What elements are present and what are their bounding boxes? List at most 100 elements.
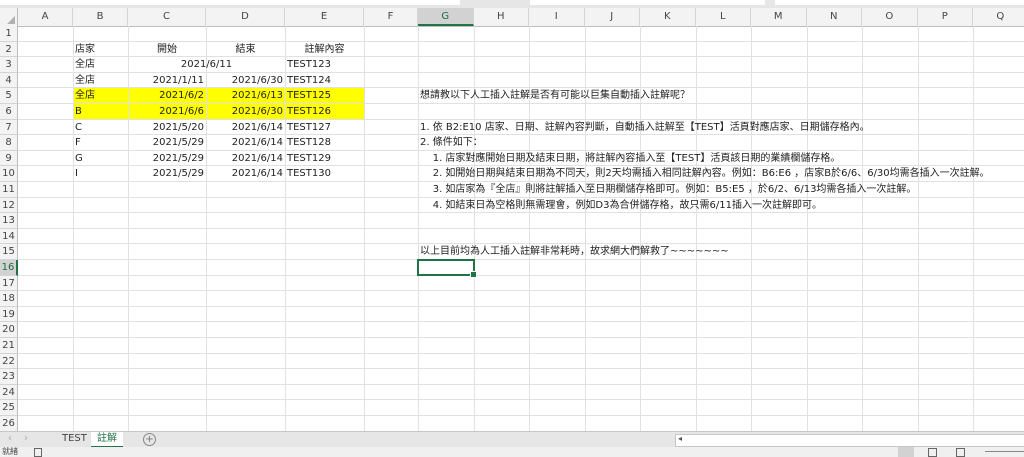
cell-B2[interactable]: 店家 <box>73 42 97 58</box>
cell-C3[interactable]: 2021/6/11 <box>128 57 285 73</box>
plus-circle-icon[interactable]: + <box>143 433 156 446</box>
column-header-C[interactable]: C <box>128 8 206 26</box>
column-header-M[interactable]: M <box>751 8 807 26</box>
column-header-I[interactable]: I <box>529 8 585 26</box>
cell-E6[interactable]: TEST126 <box>285 104 333 120</box>
cell-C9[interactable]: 2021/5/29 <box>128 151 206 167</box>
column-header-N[interactable]: N <box>807 8 862 26</box>
cell-B7[interactable]: C <box>73 120 84 136</box>
column-header-A[interactable]: A <box>18 8 73 26</box>
cell-B5[interactable]: 全店 <box>73 88 97 104</box>
column-header-H[interactable]: H <box>474 8 529 26</box>
column-header-P[interactable]: P <box>918 8 973 26</box>
cell-D4[interactable]: 2021/6/30 <box>206 73 285 89</box>
row-header-17[interactable]: 17 <box>0 275 18 292</box>
sheet-tab-註解[interactable]: 註解 <box>91 432 123 448</box>
cell-B6[interactable]: B <box>73 104 84 120</box>
cell-C8[interactable]: 2021/5/29 <box>128 135 206 151</box>
column-header-F[interactable]: F <box>364 8 418 26</box>
row-header-7[interactable]: 7 <box>0 119 18 136</box>
horizontal-scrollbar[interactable]: ◂ <box>675 434 1024 447</box>
row-header-24[interactable]: 24 <box>0 384 18 401</box>
cell-E4[interactable]: TEST124 <box>285 73 333 89</box>
row-header-26[interactable]: 26 <box>0 416 18 432</box>
macro-record-icon[interactable] <box>34 448 42 457</box>
sheet-tab-TEST[interactable]: TEST <box>56 432 93 446</box>
normal-view-icon[interactable] <box>898 447 914 457</box>
column-header-L[interactable]: L <box>696 8 751 26</box>
row-header-16[interactable]: 16 <box>0 260 18 276</box>
cell-G7[interactable]: 1. 依 B2:E10 店家、日期、註解內容判斷，自動插入註解至【TEST】活頁… <box>418 120 872 136</box>
column-header-J[interactable]: J <box>585 8 640 26</box>
cell-D9[interactable]: 2021/6/14 <box>206 151 285 167</box>
row-header-1[interactable]: 1 <box>0 26 18 42</box>
scroll-left-arrow-icon[interactable]: ◂ <box>678 434 682 443</box>
row-header-20[interactable]: 20 <box>0 322 18 338</box>
row-header-11[interactable]: 11 <box>0 182 18 198</box>
cell-D7[interactable]: 2021/6/14 <box>206 120 285 136</box>
row-header-4[interactable]: 4 <box>0 72 18 89</box>
select-all-button[interactable] <box>0 8 18 26</box>
cell-E10[interactable]: TEST130 <box>285 166 333 182</box>
row-header-14[interactable]: 14 <box>0 228 18 245</box>
page-break-view-icon[interactable] <box>956 448 965 457</box>
row-header-23[interactable]: 23 <box>0 369 18 385</box>
column-header-E[interactable]: E <box>285 8 364 26</box>
cell-C10[interactable]: 2021/5/29 <box>128 166 206 182</box>
row-header-8[interactable]: 8 <box>0 135 18 151</box>
row-header-5[interactable]: 5 <box>0 88 18 104</box>
cell-D8[interactable]: 2021/6/14 <box>206 135 285 151</box>
cell-G10[interactable]: 2. 如開始日期與結束日期為不同天，則2天均需插入相同註解內容。例如：B6:E6… <box>418 166 992 182</box>
cell-C4[interactable]: 2021/1/11 <box>128 73 206 89</box>
cell-B9[interactable]: G <box>73 151 85 167</box>
cell-G11[interactable]: 3. 如店家為『全店』則將註解插入至日期欄儲存格即可。例如：B5:E5 ，於6/… <box>418 182 918 198</box>
cell-B4[interactable]: 全店 <box>73 73 97 89</box>
cell-E7[interactable]: TEST127 <box>285 120 333 136</box>
cell-G8[interactable]: 2. 條件如下： <box>418 135 485 151</box>
active-cell-selection[interactable] <box>417 259 476 278</box>
column-header-G[interactable]: G <box>418 8 474 26</box>
cell-E5[interactable]: TEST125 <box>285 88 333 104</box>
column-header-K[interactable]: K <box>640 8 696 26</box>
cell-E2[interactable]: 註解內容 <box>285 42 364 58</box>
row-header-3[interactable]: 3 <box>0 57 18 73</box>
cell-B3[interactable]: 全店 <box>73 57 97 73</box>
cell-D6[interactable]: 2021/6/30 <box>206 104 285 120</box>
row-header-13[interactable]: 13 <box>0 213 18 229</box>
cell-E3[interactable]: TEST123 <box>285 57 333 73</box>
row-header-25[interactable]: 25 <box>0 400 18 416</box>
row-header-2[interactable]: 2 <box>0 41 18 58</box>
cell-G9[interactable]: 1. 店家對應開始日期及結束日期，將註解內容插入至【TEST】活頁該日期的業績欄… <box>418 151 842 167</box>
column-header-D[interactable]: D <box>206 8 285 26</box>
row-header-15[interactable]: 15 <box>0 244 18 260</box>
row-header-9[interactable]: 9 <box>0 150 18 167</box>
column-header-O[interactable]: O <box>862 8 918 26</box>
cell-C2[interactable]: 開始 <box>128 42 206 58</box>
cell-B10[interactable]: I <box>73 166 80 182</box>
cell-D10[interactable]: 2021/6/14 <box>206 166 285 182</box>
row-header-10[interactable]: 10 <box>0 166 18 182</box>
cell-E8[interactable]: TEST128 <box>285 135 333 151</box>
cell-G15[interactable]: 以上目前均為人工插入註解非常耗時，故求網大們解救了~~~~~~~ <box>418 244 731 260</box>
cell-D5[interactable]: 2021/6/13 <box>206 88 285 104</box>
cell-D2[interactable]: 結束 <box>206 42 285 58</box>
column-header-B[interactable]: B <box>73 8 128 26</box>
row-header-22[interactable]: 22 <box>0 353 18 370</box>
row-header-19[interactable]: 19 <box>0 306 18 323</box>
tab-scroll-left-icon[interactable]: ‹ <box>8 433 12 444</box>
cell-E9[interactable]: TEST129 <box>285 151 333 167</box>
row-header-12[interactable]: 12 <box>0 197 18 214</box>
zoom-slider[interactable] <box>985 451 1024 452</box>
cell-B8[interactable]: F <box>73 135 83 151</box>
row-header-21[interactable]: 21 <box>0 338 18 354</box>
cell-C6[interactable]: 2021/6/6 <box>128 104 206 120</box>
cell-C5[interactable]: 2021/6/2 <box>128 88 206 104</box>
row-header-6[interactable]: 6 <box>0 104 18 120</box>
cell-G5[interactable]: 想請教以下人工插入註解是否有可能以巨集自動插入註解呢？ <box>418 88 692 104</box>
row-header-18[interactable]: 18 <box>0 291 18 307</box>
tab-scroll-right-icon[interactable]: › <box>24 433 28 444</box>
column-header-Q[interactable]: Q <box>973 8 1024 26</box>
cell-C7[interactable]: 2021/5/20 <box>128 120 206 136</box>
page-layout-view-icon[interactable] <box>928 448 937 457</box>
cell-G12[interactable]: 4. 如結束日為空格則無需理會，例如D3為合併儲存格，故只需6/11插入一次註解… <box>418 198 824 214</box>
